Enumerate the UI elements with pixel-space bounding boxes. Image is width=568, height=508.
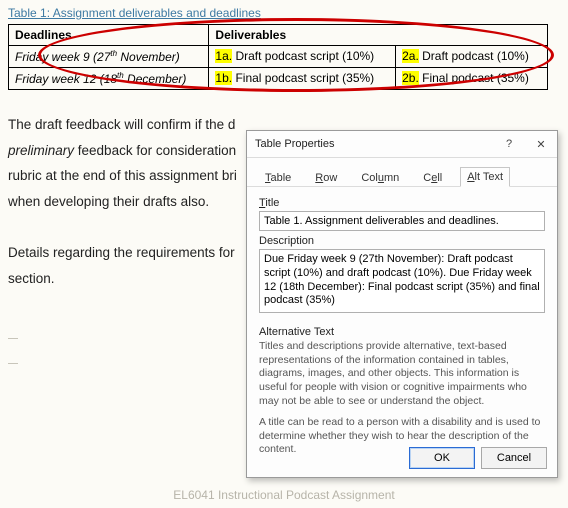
title-label: Title: [259, 197, 545, 209]
tag-2a: 2a.: [402, 49, 419, 63]
ok-button[interactable]: OK: [409, 447, 475, 469]
tag-2b: 2b.: [402, 71, 419, 85]
table-caption: Table 1: Assignment deliverables and dea…: [8, 6, 560, 20]
tab-column[interactable]: Column: [355, 169, 405, 187]
cancel-button[interactable]: Cancel: [481, 447, 547, 469]
close-icon[interactable]: ✕: [525, 131, 557, 157]
tab-alt-text[interactable]: Alt Text: [460, 167, 510, 187]
tab-row[interactable]: Row: [309, 169, 343, 187]
title-input[interactable]: [259, 211, 545, 231]
page-footer: EL6041 Instructional Podcast Assignment: [0, 488, 568, 502]
dialog-tabs: Table Row Column Cell Alt Text: [247, 158, 557, 187]
alt-text-help-1: Titles and descriptions provide alternat…: [259, 340, 545, 408]
col-deadlines: Deadlines: [9, 25, 209, 46]
description-label: Description: [259, 235, 545, 247]
body-paragraphs: The draft feedback will confirm if the d…: [8, 112, 248, 291]
dialog-title: Table Properties: [247, 138, 493, 150]
help-icon[interactable]: ?: [493, 131, 525, 157]
deadline-text: Friday week 9 (27: [15, 50, 110, 64]
tab-table[interactable]: Table: [259, 169, 297, 187]
tag-1b: 1b.: [215, 71, 232, 85]
table-properties-dialog: Table Properties ? ✕ Table Row Column Ce…: [246, 130, 558, 478]
dialog-titlebar[interactable]: Table Properties ? ✕: [247, 131, 557, 158]
assignment-table: Deadlines Deliverables Friday week 9 (27…: [8, 24, 548, 90]
tag-1a: 1a.: [215, 49, 232, 63]
table-row: Friday week 12 (18th December) 1b. Final…: [9, 68, 548, 90]
table-row: Friday week 9 (27th November) 1a. Draft …: [9, 46, 548, 68]
description-input[interactable]: [259, 249, 545, 313]
col-deliverables: Deliverables: [209, 25, 548, 46]
alt-text-heading: Alternative Text: [259, 326, 545, 338]
tab-cell[interactable]: Cell: [417, 169, 448, 187]
deadline-text: Friday week 12 (18: [15, 72, 117, 86]
margin-marker: [8, 338, 18, 364]
